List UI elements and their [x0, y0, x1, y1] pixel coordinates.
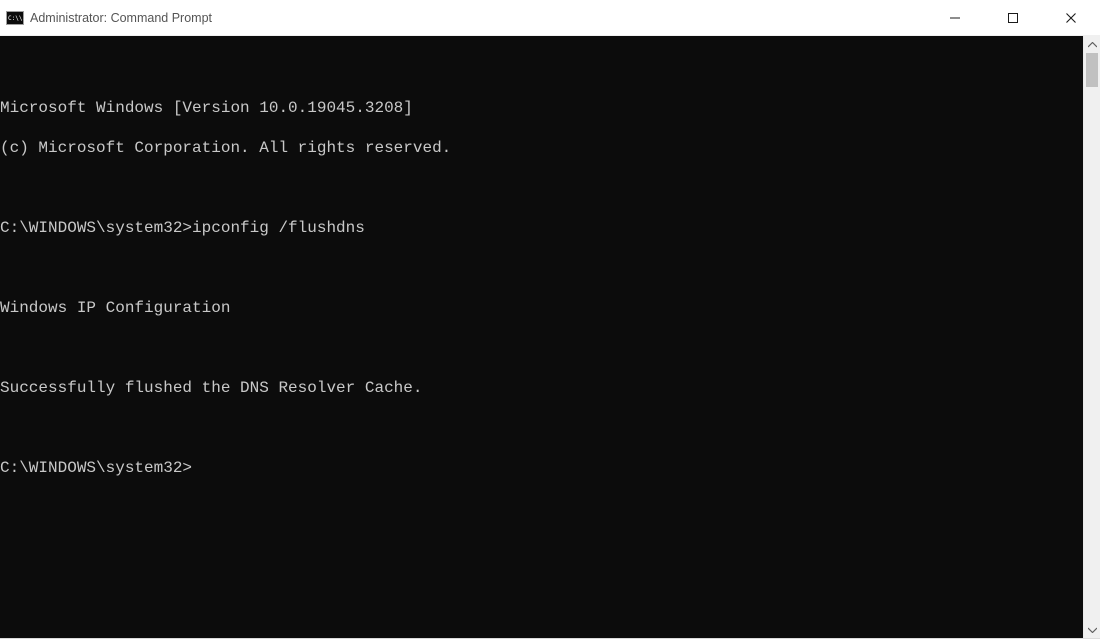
terminal-line: Windows IP Configuration	[0, 298, 1083, 318]
maximize-button[interactable]	[984, 0, 1042, 36]
minimize-button[interactable]	[926, 0, 984, 36]
window: C:\\. Administrator: Command Prompt	[0, 0, 1100, 639]
terminal-lines: Microsoft Windows [Version 10.0.19045.32…	[0, 78, 1083, 518]
vertical-scrollbar[interactable]	[1083, 36, 1100, 638]
titlebar[interactable]: C:\\. Administrator: Command Prompt	[0, 0, 1100, 36]
close-button[interactable]	[1042, 0, 1100, 36]
maximize-icon	[1008, 13, 1018, 23]
scroll-down-button[interactable]	[1084, 621, 1100, 638]
terminal-line	[0, 258, 1083, 278]
scroll-track[interactable]	[1084, 53, 1100, 621]
terminal-line: C:\WINDOWS\system32>	[0, 458, 1083, 478]
terminal-line	[0, 338, 1083, 358]
chevron-up-icon	[1088, 42, 1097, 48]
terminal-line: C:\WINDOWS\system32>ipconfig /flushdns	[0, 218, 1083, 238]
scroll-up-button[interactable]	[1084, 36, 1100, 53]
terminal-line: Successfully flushed the DNS Resolver Ca…	[0, 378, 1083, 398]
terminal[interactable]: Microsoft Windows [Version 10.0.19045.32…	[0, 36, 1083, 638]
window-title: Administrator: Command Prompt	[30, 11, 212, 25]
scroll-thumb[interactable]	[1086, 53, 1098, 87]
terminal-line	[0, 178, 1083, 198]
close-icon	[1066, 13, 1076, 23]
client-area: Microsoft Windows [Version 10.0.19045.32…	[0, 36, 1100, 638]
terminal-line	[0, 418, 1083, 438]
terminal-line: Microsoft Windows [Version 10.0.19045.32…	[0, 98, 1083, 118]
minimize-icon	[950, 13, 960, 23]
svg-text:C:\\.: C:\\.	[8, 15, 24, 22]
window-controls	[926, 0, 1100, 36]
chevron-down-icon	[1088, 627, 1097, 633]
terminal-line: (c) Microsoft Corporation. All rights re…	[0, 138, 1083, 158]
cmd-icon: C:\\.	[6, 11, 24, 25]
